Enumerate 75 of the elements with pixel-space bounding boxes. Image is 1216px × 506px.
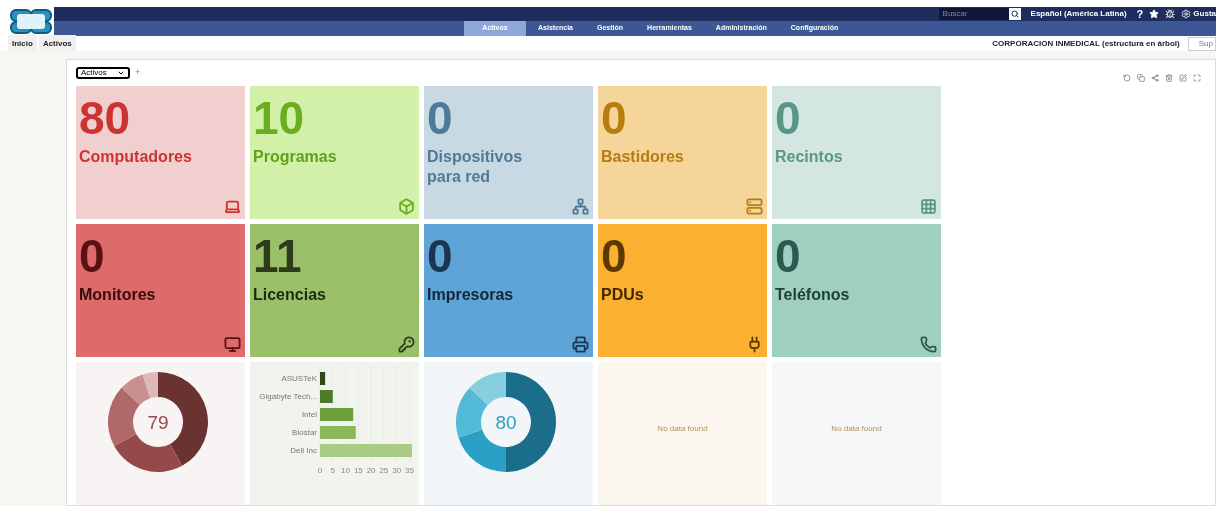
grid-icon bbox=[920, 198, 937, 215]
bar bbox=[320, 372, 326, 385]
star-icon[interactable] bbox=[1149, 9, 1160, 19]
user-name[interactable]: Gusta bbox=[1193, 8, 1216, 20]
key-icon bbox=[398, 336, 415, 353]
axis-label: Dell Inc bbox=[290, 446, 317, 455]
bar bbox=[320, 426, 356, 439]
tile-label: Dispositivos para red bbox=[427, 147, 524, 187]
printer-icon bbox=[572, 336, 589, 353]
axis-label: Gigabyte Tech... bbox=[259, 392, 317, 401]
empty-message: No data found bbox=[831, 422, 882, 435]
bar bbox=[320, 408, 354, 421]
dashboard-select[interactable]: Activos bbox=[76, 66, 130, 79]
chart-total: 80 bbox=[495, 412, 517, 432]
history-icon[interactable] bbox=[1123, 73, 1131, 82]
empty-message: No data found bbox=[657, 422, 708, 435]
edit-icon[interactable] bbox=[1179, 73, 1187, 82]
plug-icon bbox=[746, 336, 763, 353]
fullscreen-icon[interactable] bbox=[1193, 73, 1201, 82]
phone-icon bbox=[920, 336, 937, 353]
entity-button[interactable]: Sup bbox=[1187, 36, 1216, 51]
copy-icon[interactable] bbox=[1137, 73, 1145, 82]
stat-tile[interactable]: 0 Teléfonos bbox=[772, 224, 941, 357]
tick-label: 15 bbox=[353, 466, 363, 475]
tile-label: Monitores bbox=[79, 285, 157, 305]
stat-tile[interactable]: 0 PDUs bbox=[598, 224, 767, 357]
share-icon[interactable] bbox=[1151, 73, 1159, 82]
bar bbox=[320, 390, 333, 403]
tile-count: 10 bbox=[253, 95, 306, 141]
tile-label: PDUs bbox=[601, 285, 645, 305]
tile-count: 0 bbox=[775, 233, 802, 279]
tick-label: 30 bbox=[392, 466, 402, 475]
help-icon[interactable]: ? bbox=[1136, 8, 1144, 20]
tick-label: 0 bbox=[317, 466, 323, 475]
tile-count: 0 bbox=[775, 95, 802, 141]
tile-label: Licencias bbox=[253, 285, 327, 305]
entity-label: CORPORACION INMEDICAL (estructura en árbol) bbox=[992, 37, 1180, 50]
tile-count: 0 bbox=[427, 233, 454, 279]
bug-icon[interactable] bbox=[1165, 9, 1176, 19]
tile-count: 11 bbox=[253, 233, 303, 279]
tile-count: 0 bbox=[601, 95, 628, 141]
stat-tile[interactable]: 11 Licencias bbox=[250, 224, 419, 357]
tile-label: Teléfonos bbox=[775, 285, 851, 305]
search-field[interactable]: Buscar bbox=[938, 8, 1009, 20]
axis-label: Biostar bbox=[292, 428, 317, 437]
settings-icon[interactable] bbox=[1181, 9, 1192, 19]
tick-label: 10 bbox=[341, 466, 350, 475]
tile-label: Impresoras bbox=[427, 285, 515, 305]
chart-total: 79 bbox=[147, 412, 169, 432]
cube-icon bbox=[398, 198, 415, 215]
tile-count: 0 bbox=[79, 233, 106, 279]
tile-label: Bastidores bbox=[601, 147, 685, 167]
stat-tile[interactable]: 0 Impresoras bbox=[424, 224, 593, 357]
server-icon bbox=[746, 198, 763, 215]
monitor-icon bbox=[224, 336, 241, 353]
tile-count: 0 bbox=[601, 233, 628, 279]
language-link[interactable]: Español (América Latina) bbox=[1030, 8, 1127, 20]
delete-icon[interactable] bbox=[1165, 73, 1173, 82]
stat-tile[interactable]: 0 Monitores bbox=[76, 224, 245, 357]
tile-label: Programas bbox=[253, 147, 338, 167]
axis-label: ASUSTeK bbox=[281, 374, 317, 383]
laptop-icon bbox=[224, 198, 241, 215]
tick-label: 25 bbox=[379, 466, 389, 475]
search-icon bbox=[1010, 10, 1019, 18]
stat-tile[interactable]: 80 Computadores bbox=[76, 86, 245, 219]
tick-label: 20 bbox=[366, 466, 376, 475]
tick-label: 35 bbox=[405, 466, 414, 475]
axis-label: Intel bbox=[301, 410, 317, 419]
tile-label: Recintos bbox=[775, 147, 844, 167]
network-icon bbox=[572, 198, 589, 215]
tile-count: 0 bbox=[427, 95, 454, 141]
tick-label: 5 bbox=[330, 466, 335, 475]
tile-count: 80 bbox=[79, 95, 132, 141]
add-button[interactable]: + bbox=[135, 68, 141, 77]
logo-icon bbox=[8, 7, 54, 36]
